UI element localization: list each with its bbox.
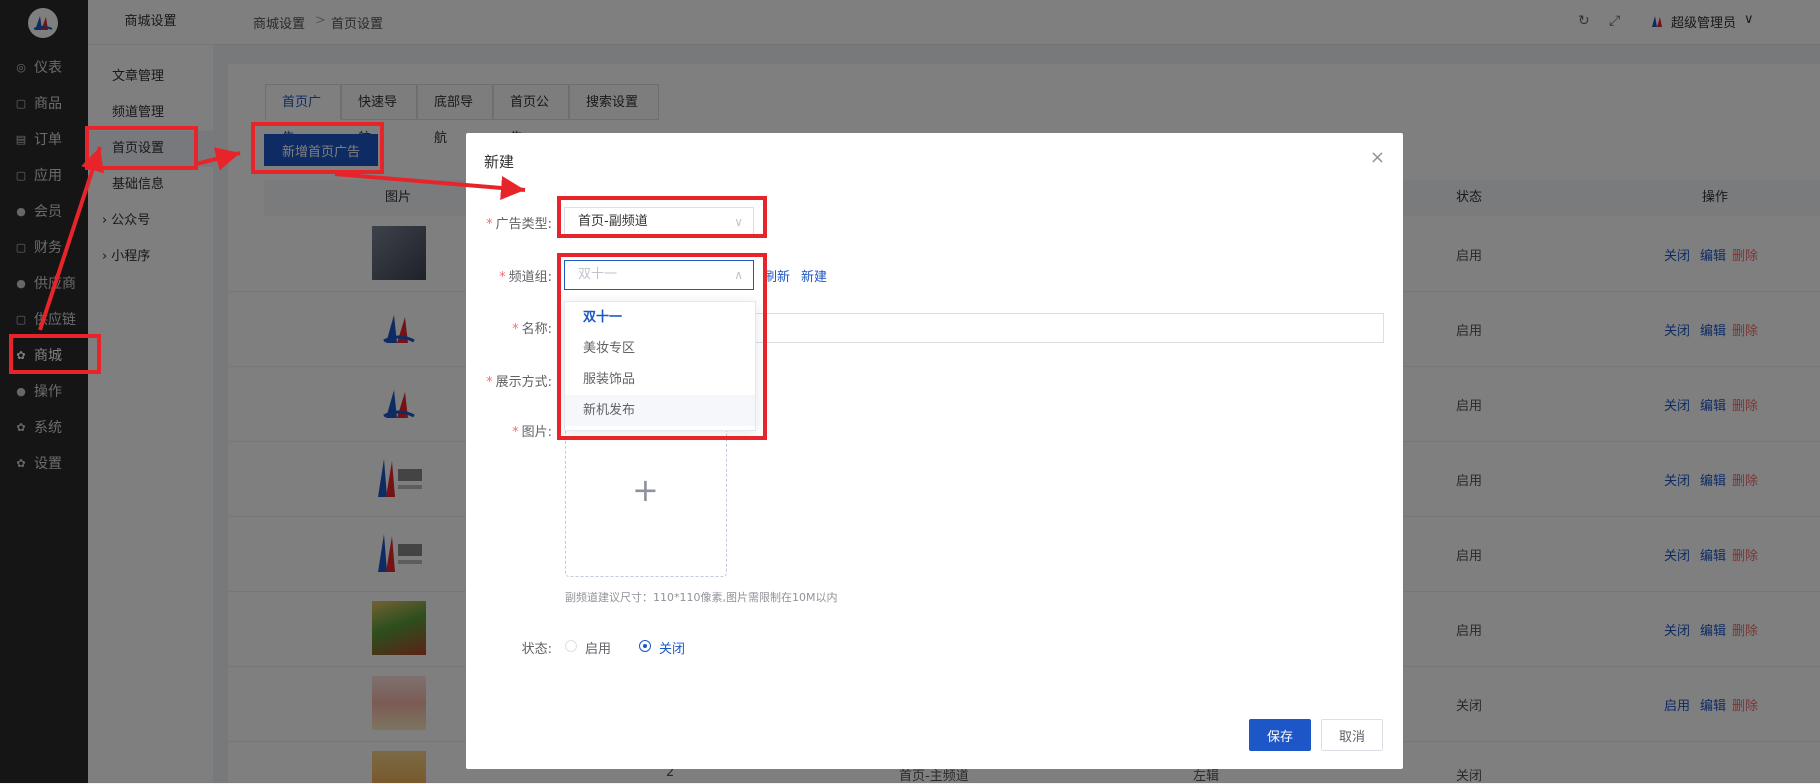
arrow-mall-to-home-settings [38,146,104,331]
arrow-home-settings-to-add [195,147,241,171]
arrow-add-to-dialog [334,172,526,200]
annotation-arrows [38,146,526,331]
